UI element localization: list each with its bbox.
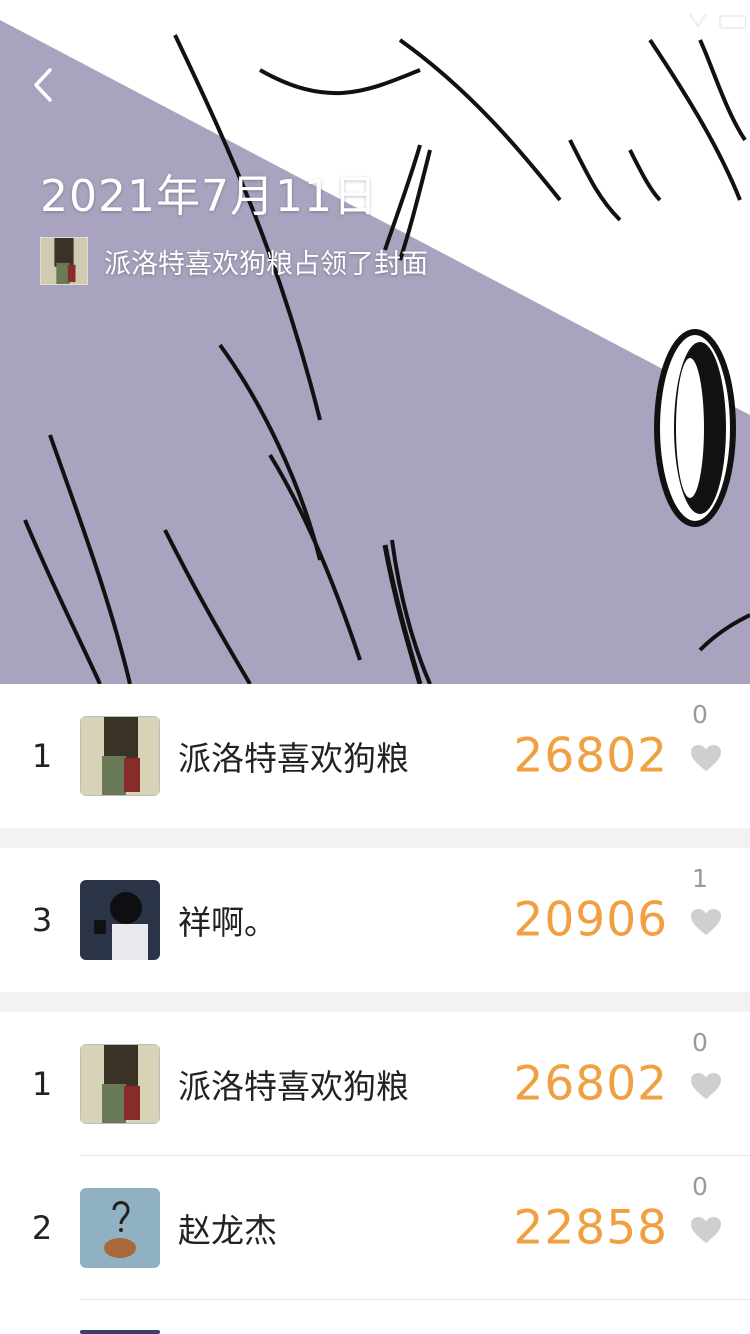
my-rank-row[interactable]: 1 派洛特喜欢狗粮 26802 0	[0, 684, 750, 828]
avatar[interactable]	[80, 880, 160, 960]
heart-icon[interactable]	[690, 908, 722, 936]
cover-owner: 派洛特喜欢狗粮占领了封面	[40, 236, 428, 286]
heart-icon[interactable]	[690, 744, 722, 772]
like-count: 1	[692, 864, 708, 893]
heart-icon[interactable]	[690, 1216, 722, 1244]
step-count: 26802	[513, 1056, 668, 1112]
user-name: 祥啊。	[178, 903, 277, 942]
user-name: 赵龙杰	[178, 1211, 277, 1250]
status-bar-icons	[689, 13, 747, 29]
avatar[interactable]	[80, 716, 160, 796]
friend-rank-row[interactable]: 3 祥啊。 20906 1	[0, 848, 750, 992]
step-count: 22858	[513, 1200, 668, 1256]
user-name: 派洛特喜欢狗粮	[178, 739, 409, 778]
step-count: 26802	[513, 728, 668, 784]
rank-number: 3	[31, 901, 53, 939]
cover-owner-text: 派洛特喜欢狗粮占领了封面	[104, 248, 428, 280]
friend-rank-section: 3 祥啊。 20906 1	[0, 848, 750, 992]
rank-number: 2	[31, 1209, 53, 1247]
avatar-partial	[80, 1330, 160, 1334]
rank-number: 1	[31, 737, 53, 775]
like-count: 0	[692, 700, 708, 729]
row-divider	[80, 1299, 750, 1300]
rank-number: 1	[31, 1065, 53, 1103]
like-count: 0	[692, 1028, 708, 1057]
list-item[interactable]: 2 赵龙杰 22858 0	[0, 1156, 750, 1300]
cover-owner-avatar[interactable]	[40, 237, 88, 285]
step-count: 20906	[513, 892, 668, 948]
list-item[interactable]: 1 派洛特喜欢狗粮 26802 0	[0, 1012, 750, 1156]
my-rank-section: 1 派洛特喜欢狗粮 26802 0	[0, 684, 750, 828]
chevron-left-icon[interactable]	[22, 58, 70, 110]
heart-icon[interactable]	[690, 1072, 722, 1100]
page-title: 2021年7月11日	[40, 171, 378, 222]
cover-header: 2021年7月11日 派洛特喜欢狗粮占领了封面	[0, 0, 750, 684]
cover-image	[0, 0, 750, 684]
user-name: 派洛特喜欢狗粮	[178, 1067, 409, 1106]
like-count: 0	[692, 1172, 708, 1201]
avatar[interactable]	[80, 1188, 160, 1268]
leaderboard-list: 1 派洛特喜欢狗粮 26802 0 2 赵龙杰 22858 0	[0, 1012, 750, 1334]
avatar[interactable]	[80, 1044, 160, 1124]
